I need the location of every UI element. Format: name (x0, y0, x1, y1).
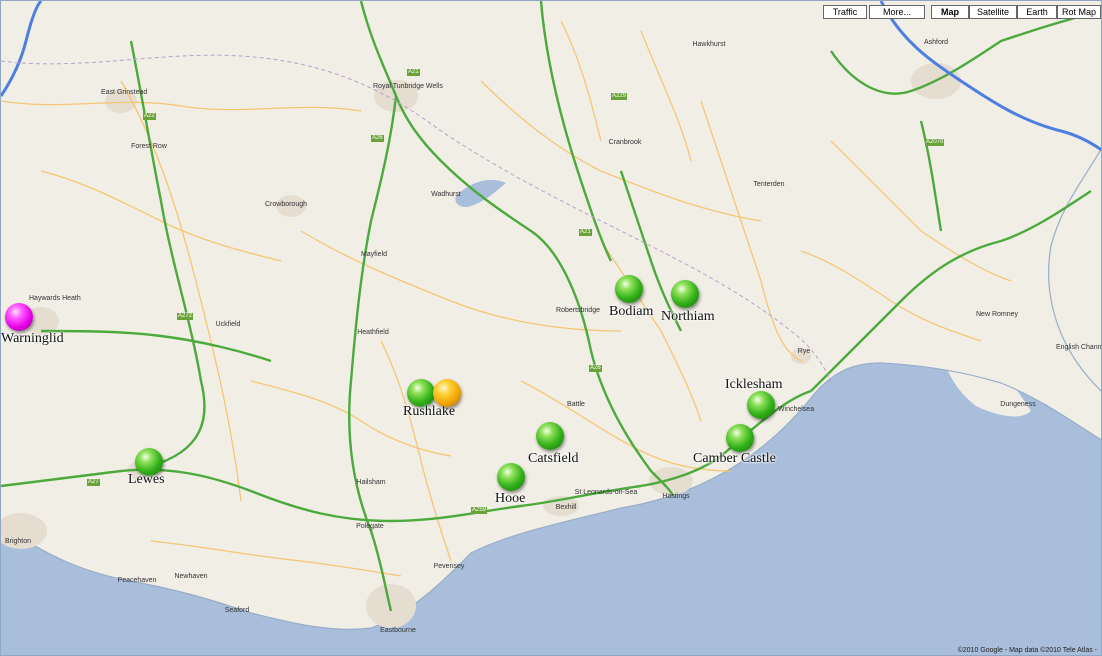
town-label: Tenterden (753, 181, 785, 188)
town-label: Robertsbridge (556, 307, 600, 314)
site-marker-catsfield[interactable] (536, 422, 564, 450)
road-shield: A272 (177, 313, 194, 320)
site-marker-rushlake-highlight[interactable] (433, 379, 461, 407)
town-label: Ashford (923, 39, 949, 46)
site-marker-northiam[interactable] (671, 280, 699, 308)
marker-label[interactable]: Bodiam (609, 304, 653, 320)
town-label: Hawkhurst (692, 41, 726, 48)
town-label: Pevensey (433, 563, 465, 570)
town-label: Newhaven (174, 573, 208, 580)
town-label: Winchelsea (777, 406, 815, 413)
road-shield: A22 (143, 113, 156, 120)
town-label: Rye (797, 348, 811, 355)
road-shield: A27 (87, 479, 100, 486)
road-shield: A21 (579, 229, 592, 236)
road-shield: A28 (589, 365, 602, 372)
road-shield: A26 (371, 135, 384, 142)
road-shield: A2070 (925, 139, 945, 146)
town-label: New Romney (976, 311, 1019, 318)
basemap (1, 1, 1101, 630)
marker-label[interactable]: Lewes (128, 472, 165, 488)
town-label: Royal Tunbridge Wells (373, 83, 443, 90)
town-label: Bexhill (555, 504, 577, 511)
town-label: Heathfield (357, 329, 389, 336)
more-button[interactable]: More... (869, 5, 925, 19)
map-attribution: ©2010 Google - Map data ©2010 Tele Atlas… (957, 647, 1097, 654)
map-type-earth-button[interactable]: Earth (1017, 5, 1057, 19)
site-marker-bodiam[interactable] (615, 275, 643, 303)
town-label: Hastings (662, 493, 690, 500)
marker-label[interactable]: Northiam (661, 309, 715, 325)
town-label: East Grinstead (101, 89, 148, 96)
marker-label[interactable]: Hooe (495, 491, 525, 507)
town-label: Brighton (4, 538, 32, 545)
marker-label[interactable]: Catsfield (528, 451, 579, 467)
town-label: St Leonards-on-Sea (574, 489, 638, 496)
town-label: Dungeness (1000, 401, 1036, 408)
town-label: Hailsham (356, 479, 386, 486)
map-type-map-button[interactable]: Map (931, 5, 969, 19)
marker-label[interactable]: Icklesham (725, 377, 783, 393)
traffic-button[interactable]: Traffic (823, 5, 867, 19)
site-marker-rushlake[interactable] (407, 379, 435, 407)
road-shield: A229 (611, 93, 628, 100)
site-marker-warninglid[interactable] (5, 303, 33, 331)
map-canvas[interactable]: Royal Tunbridge Wells Ashford Eastbourne… (0, 0, 1102, 656)
site-marker-hooe[interactable] (497, 463, 525, 491)
town-label: Wadhurst (431, 191, 461, 198)
town-label: Seaford (224, 607, 250, 614)
town-label: Uckfield (215, 321, 241, 328)
map-type-rotmap-button[interactable]: Rot Map (1057, 5, 1101, 19)
town-label: Cranbrook (608, 139, 642, 146)
town-label: Battle (567, 401, 585, 408)
marker-label[interactable]: Warninglid (1, 331, 64, 347)
map-type-satellite-button[interactable]: Satellite (969, 5, 1017, 19)
road-shield: A259 (471, 507, 488, 514)
site-marker-icklesham[interactable] (747, 391, 775, 419)
town-label: Mayfield (360, 251, 388, 258)
town-label: Crowborough (264, 201, 308, 208)
town-label: Peacehaven (117, 577, 157, 584)
site-marker-camber-castle[interactable] (726, 424, 754, 452)
town-label: English Channel (1056, 344, 1102, 351)
town-label: Forest Row (131, 143, 167, 150)
road-shield: A21 (407, 69, 420, 76)
town-label: Eastbourne (380, 627, 416, 634)
town-label: Polegate (356, 523, 384, 530)
marker-label[interactable]: Camber Castle (693, 451, 776, 467)
town-label: Haywards Heath (29, 295, 81, 302)
